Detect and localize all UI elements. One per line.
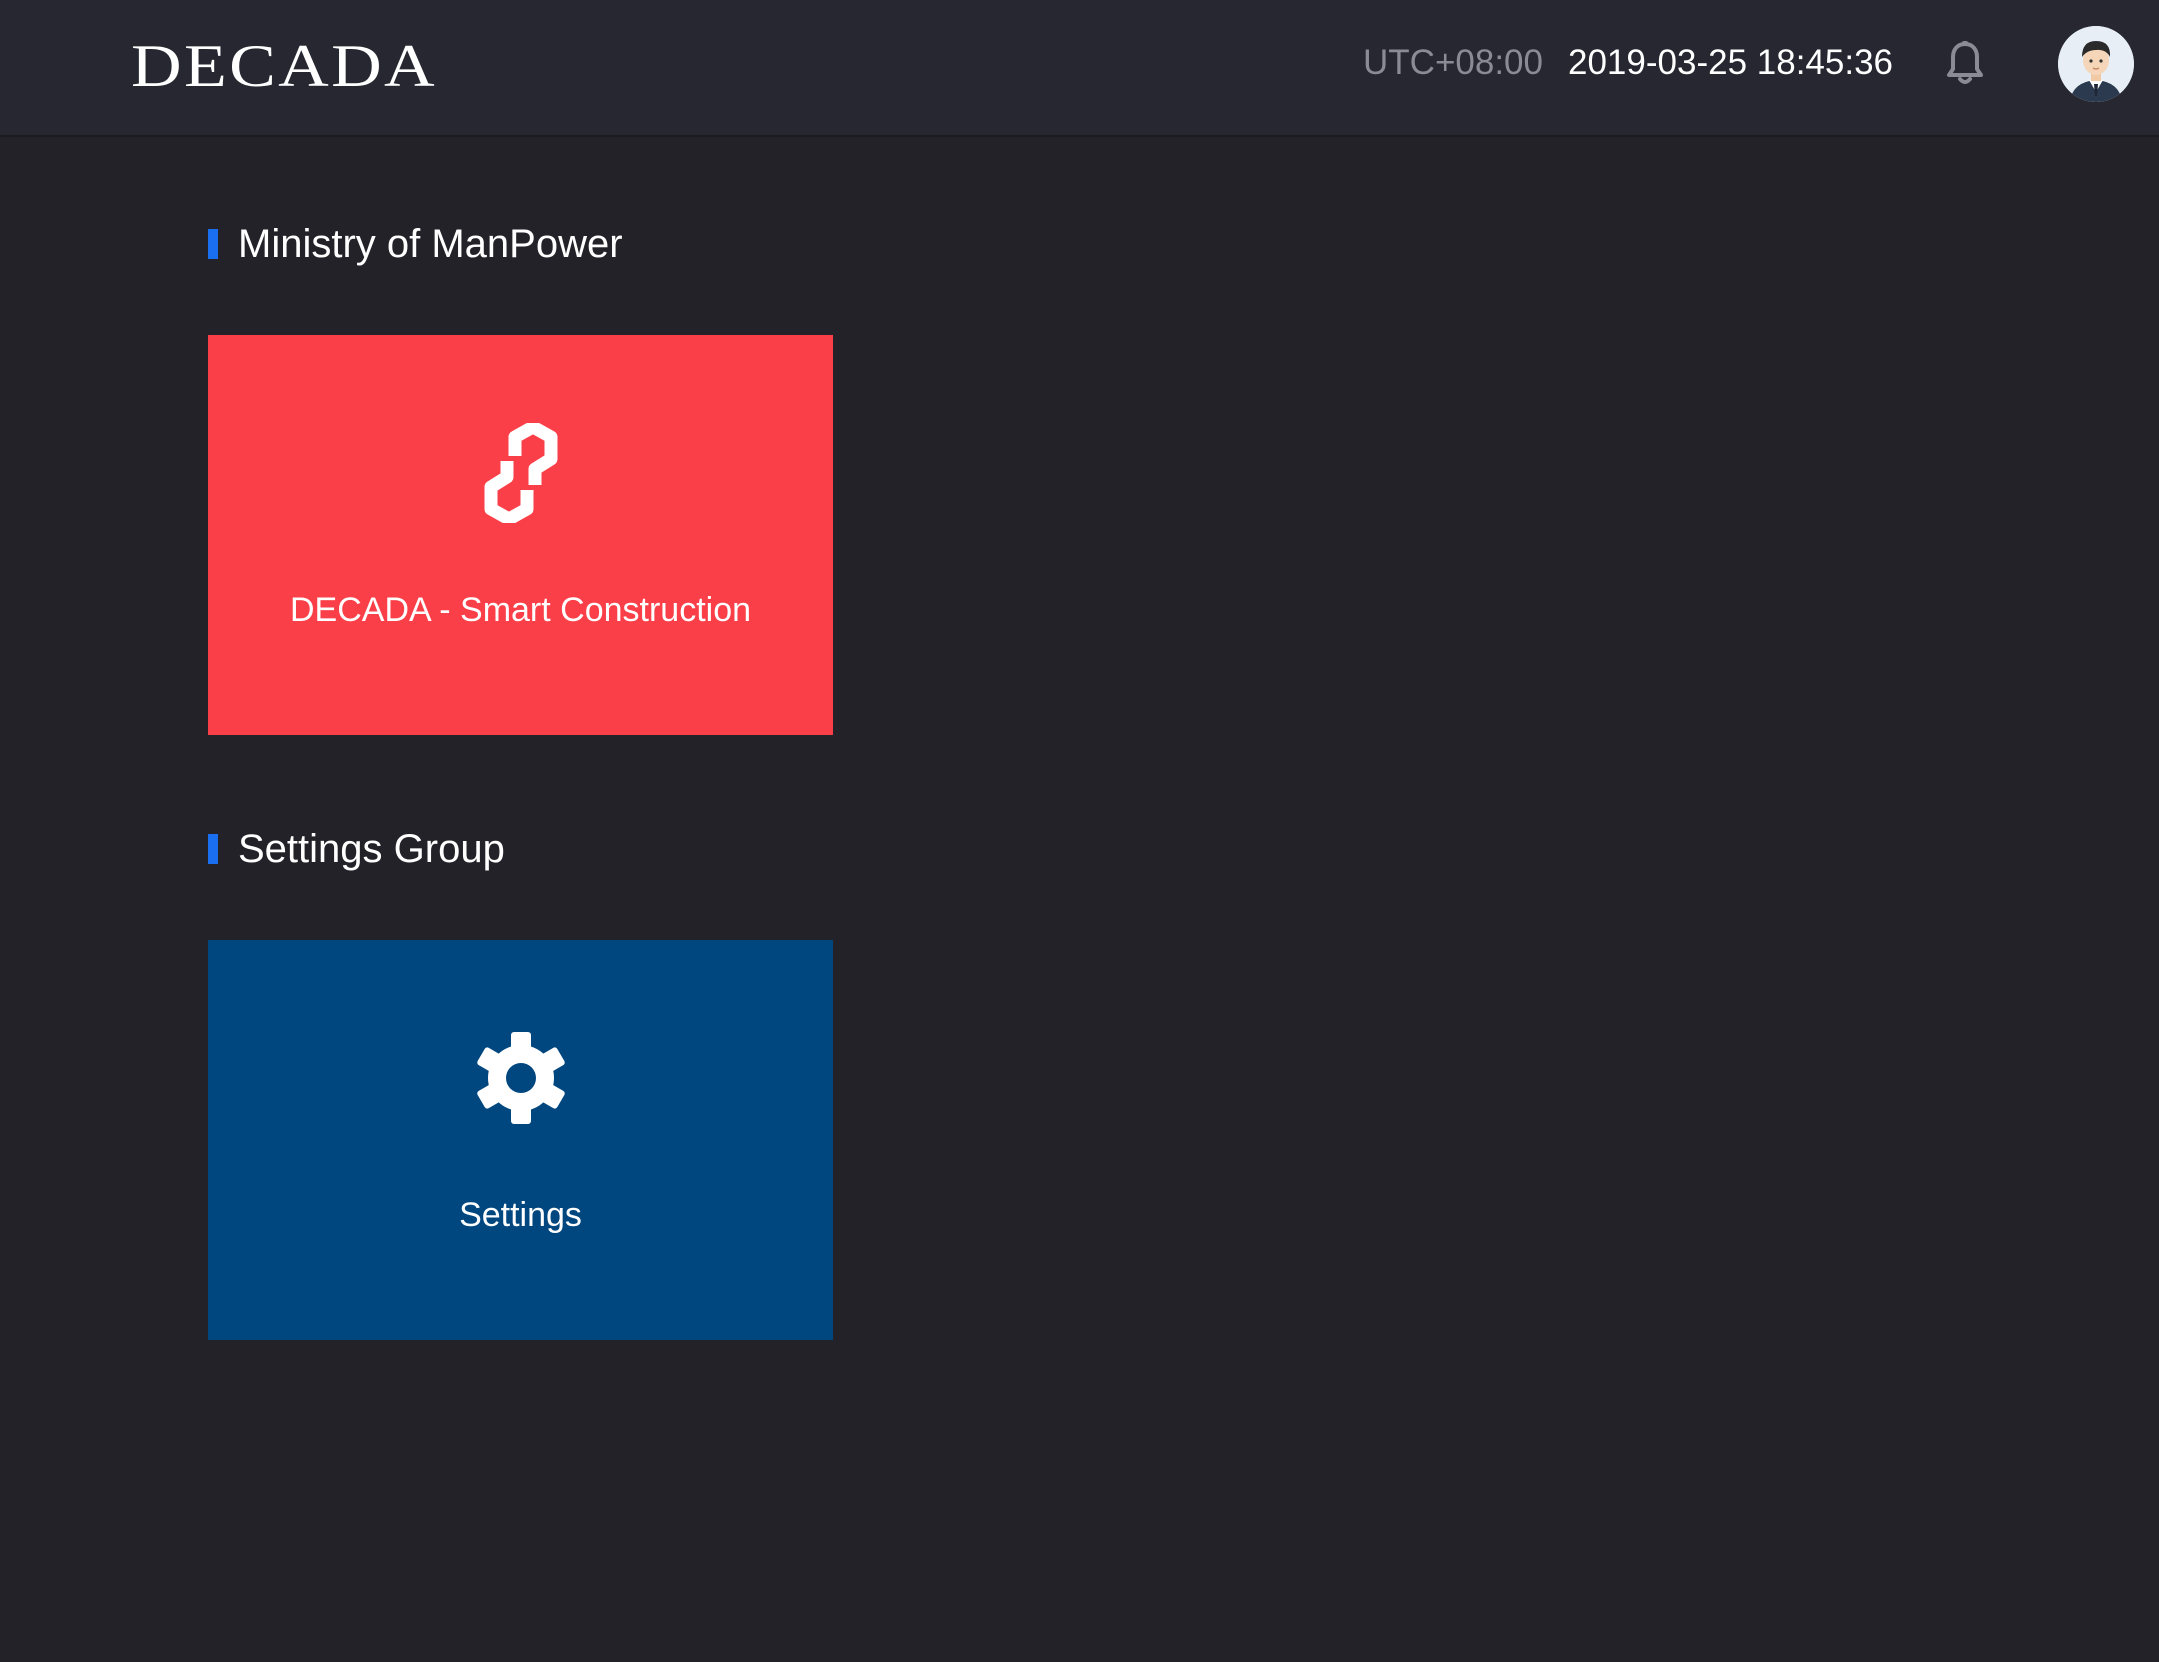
hexagon-link-icon: [471, 420, 571, 526]
section-accent-bar: [208, 834, 218, 864]
app-tile-label: Settings: [459, 1196, 582, 1234]
user-avatar[interactable]: [2058, 26, 2134, 102]
section-title-text: Ministry of ManPower: [238, 221, 623, 266]
app-tile-label: DECADA - Smart Construction: [289, 591, 752, 629]
section-accent-bar: [208, 229, 218, 259]
decada-logo[interactable]: DECADA: [131, 31, 437, 93]
gear-icon: [471, 1028, 571, 1128]
top-bar: DECADA UTC+08:00 2019-03-25 18:45:36: [0, 0, 2159, 137]
current-datetime: 2019-03-25 18:45:36: [1568, 43, 1893, 82]
timezone-label: UTC+08:00: [1363, 43, 1543, 82]
section-title-text: Settings Group: [238, 826, 505, 871]
section-title-ministry: Ministry of ManPower: [208, 222, 623, 266]
section-title-settings-group: Settings Group: [208, 827, 505, 871]
bell-icon[interactable]: [1944, 40, 1986, 88]
app-tile-smart-construction[interactable]: DECADA - Smart Construction: [208, 335, 833, 735]
logo-image: DECADA: [131, 33, 437, 93]
svg-text:DECADA: DECADA: [131, 33, 437, 93]
app-tile-settings[interactable]: Settings: [208, 940, 833, 1340]
